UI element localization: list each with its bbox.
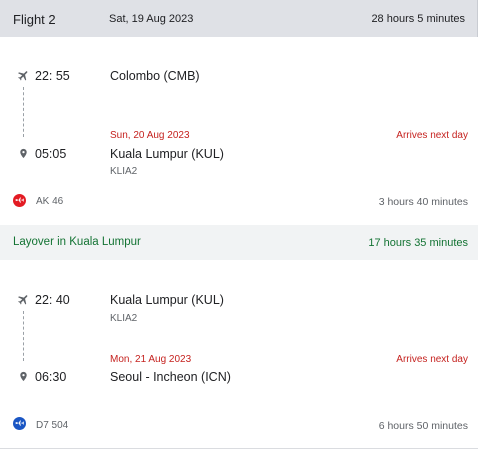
leg-1-depart-time: 22: 55 [35,69,70,83]
leg-2-depart-time: 22: 40 [35,293,70,307]
leg-2-arrives-next-day: Arrives next day [396,354,468,365]
route-line [23,87,24,137]
leg-2: 22: 40 Kuala Lumpur (KUL) KLIA2 Mon, 21 … [0,260,478,448]
leg-1: 22: 55 Colombo (CMB) Sun, 20 Aug 2023 Ar… [0,0,478,225]
leg-2-depart-place: Kuala Lumpur (KUL) [110,293,224,307]
layover-duration: 17 hours 35 minutes [368,237,468,249]
leg-2-arrive-date: Mon, 21 Aug 2023 [110,354,192,365]
leg-1-arrive-place: Kuala Lumpur (KUL) [110,147,224,161]
leg-1-arrive-date: Sun, 20 Aug 2023 [110,130,190,141]
divider [0,448,478,449]
location-pin-icon [18,147,29,165]
leg-1-flight-number: AK 46 [36,196,64,207]
leg-1-arrive-time: 05:05 [35,147,67,161]
leg-2-flight-number: D7 504 [36,420,69,431]
leg-1-arrives-next-day: Arrives next day [396,130,468,141]
airline-logo-icon [13,194,26,212]
layover-bar: Layover in Kuala Lumpur 17 hours 35 minu… [0,225,478,260]
location-pin-icon [18,370,29,388]
leg-1-arrive-terminal: KLIA2 [110,166,138,177]
route-line [23,311,24,361]
leg-2-duration: 6 hours 50 minutes [378,420,468,432]
leg-2-arrive-place: Seoul - Incheon (ICN) [110,370,231,384]
leg-1-duration: 3 hours 40 minutes [378,196,468,208]
leg-2-depart-terminal: KLIA2 [110,313,138,324]
plane-icon [17,69,30,87]
leg-1-depart-place: Colombo (CMB) [110,69,200,83]
layover-label: Layover in Kuala Lumpur [13,236,141,248]
leg-2-arrive-time: 06:30 [35,370,67,384]
airline-logo-icon [13,417,26,435]
plane-icon [17,293,30,311]
